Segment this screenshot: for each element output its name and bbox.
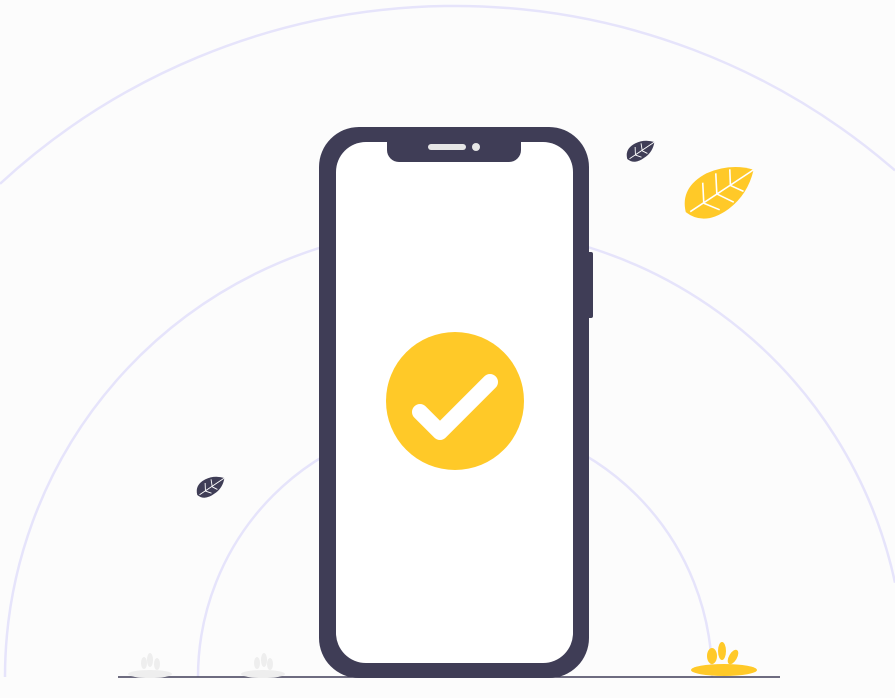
check-circle bbox=[386, 332, 524, 470]
illustration bbox=[0, 0, 895, 698]
yellow-leaf-icon bbox=[684, 167, 755, 219]
faded-plant-middle bbox=[241, 653, 285, 678]
dark-leaf-left-icon bbox=[196, 476, 225, 498]
dark-leaf-top-icon bbox=[626, 140, 655, 162]
faded-plant-left bbox=[128, 653, 172, 678]
camera bbox=[472, 143, 480, 151]
check-badge bbox=[386, 332, 524, 470]
speaker bbox=[428, 144, 466, 150]
yellow-plant bbox=[691, 642, 757, 676]
illustration-canvas bbox=[0, 4, 895, 678]
